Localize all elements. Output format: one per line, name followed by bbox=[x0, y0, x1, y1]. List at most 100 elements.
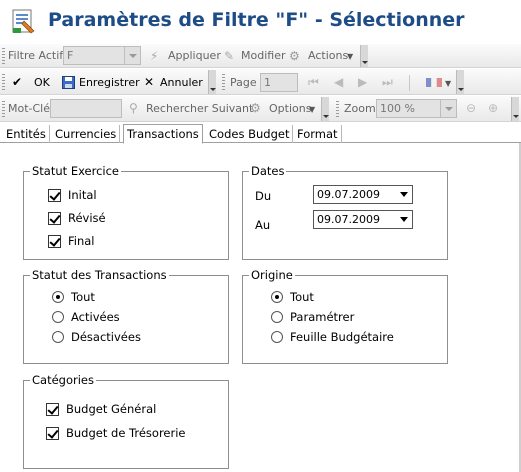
toolbar-grip[interactable] bbox=[2, 101, 5, 117]
chevron-down-icon[interactable]: ▼ bbox=[445, 79, 451, 88]
checkbox-inital[interactable]: Inital bbox=[48, 188, 97, 202]
ok-button[interactable]: OK bbox=[34, 76, 50, 89]
checkbox-box[interactable] bbox=[48, 188, 61, 202]
options-menu-button[interactable]: Options bbox=[269, 102, 311, 115]
page-title: Paramètres de Filtre "F" - Sélectionner bbox=[48, 9, 465, 31]
toolbar-grip[interactable] bbox=[222, 74, 225, 90]
cancel-button[interactable]: Annuler bbox=[160, 76, 203, 89]
last-page-icon[interactable]: ⏭ bbox=[382, 75, 393, 90]
filter-settings-icon bbox=[12, 9, 35, 34]
date-from-picker[interactable]: 09.07.2009 bbox=[313, 185, 413, 204]
toolbar-overflow-button[interactable] bbox=[511, 97, 519, 121]
checkbox-revise[interactable]: Révisé bbox=[48, 211, 106, 225]
checkbox-label: Inital bbox=[68, 188, 97, 202]
toolbar-grip[interactable] bbox=[2, 74, 5, 90]
statut-exercice-group: Statut Exercice Inital Révisé Final bbox=[23, 164, 229, 260]
categories-group: Catégories Budget Général Budget de Trés… bbox=[23, 373, 229, 469]
title-bar: Paramètres de Filtre "F" - Sélectionner bbox=[0, 0, 521, 44]
modify-button[interactable]: Modifier bbox=[241, 49, 285, 62]
checkbox-box[interactable] bbox=[46, 402, 59, 416]
radio-feuille-budgetaire[interactable]: Feuille Budgétaire bbox=[271, 330, 394, 344]
radio-tout[interactable]: Tout bbox=[52, 290, 95, 304]
radio-label: Désactivées bbox=[71, 330, 141, 344]
next-page-icon[interactable]: ▶ bbox=[358, 75, 367, 89]
page-input[interactable]: 1 bbox=[260, 73, 298, 92]
checkbox-budget-tresorerie[interactable]: Budget de Trésorerie bbox=[46, 426, 186, 440]
zoom-dropdown-button[interactable] bbox=[440, 99, 457, 118]
keyword-label: Mot-Clé bbox=[8, 102, 51, 115]
radio-button[interactable] bbox=[52, 311, 64, 323]
date-from-label: Du bbox=[255, 189, 272, 203]
checkbox-budget-general[interactable]: Budget Général bbox=[46, 402, 156, 416]
checkbox-box[interactable] bbox=[48, 211, 61, 225]
radio-button[interactable] bbox=[52, 331, 64, 343]
radio-origine-tout[interactable]: Tout bbox=[271, 290, 314, 304]
toolbar-grip[interactable] bbox=[336, 101, 339, 117]
checkbox-label: Budget de Trésorerie bbox=[66, 426, 186, 440]
first-page-icon[interactable]: ⏮ bbox=[308, 75, 319, 90]
chevron-down-icon: ▼ bbox=[309, 105, 316, 114]
radio-button[interactable] bbox=[271, 331, 283, 343]
checkbox-box[interactable] bbox=[46, 426, 59, 440]
toolbar-overflow-button[interactable] bbox=[456, 70, 464, 94]
toolbar-overflow-button[interactable] bbox=[208, 70, 216, 94]
radio-button[interactable] bbox=[271, 291, 283, 303]
chevron-down-icon[interactable] bbox=[400, 217, 408, 222]
zoom-combo[interactable]: 100 % bbox=[376, 99, 441, 118]
tab-currencies[interactable]: Currencies bbox=[52, 125, 121, 143]
toolbar-separator bbox=[409, 75, 410, 91]
tab-codes-budget[interactable]: Codes Budget bbox=[206, 125, 294, 143]
action-toolbar: ✔ OK Enregistrer ✕ Annuler Page 1 ⏮ ◀ ▶ … bbox=[0, 69, 521, 95]
gear-icon: ⚙ bbox=[250, 101, 261, 115]
language-flag-icon[interactable] bbox=[426, 78, 442, 87]
zoom-label: Zoom bbox=[344, 102, 376, 115]
search-next-button[interactable]: Rechercher Suivant bbox=[146, 102, 253, 115]
chevron-down-icon: ▼ bbox=[347, 52, 354, 61]
active-filter-label: Filtre Actif bbox=[8, 49, 64, 62]
group-title: Origine bbox=[249, 268, 295, 282]
radio-label: Tout bbox=[71, 290, 95, 304]
dates-group: Dates Du 09.07.2009 Au 09.07.2009 bbox=[242, 164, 448, 260]
toolbar-grip[interactable] bbox=[2, 48, 5, 64]
zoom-in-icon[interactable]: ⊕ bbox=[488, 101, 498, 115]
apply-button[interactable]: Appliquer bbox=[168, 49, 221, 62]
zoom-out-icon[interactable]: ⊖ bbox=[466, 101, 476, 115]
radio-button[interactable] bbox=[52, 291, 64, 303]
checkbox-label: Révisé bbox=[68, 211, 106, 225]
date-to-picker[interactable]: 09.07.2009 bbox=[313, 210, 413, 229]
previous-page-icon[interactable]: ◀ bbox=[334, 75, 343, 89]
date-to-value: 09.07.2009 bbox=[317, 213, 380, 226]
keyword-input[interactable] bbox=[50, 99, 122, 118]
radio-parametrer[interactable]: Paramétrer bbox=[271, 310, 354, 324]
date-from-value: 09.07.2009 bbox=[317, 188, 380, 201]
checkbox-final[interactable]: Final bbox=[48, 234, 95, 248]
radio-label: Paramétrer bbox=[290, 310, 355, 324]
save-button[interactable]: Enregistrer bbox=[79, 76, 140, 89]
tab-format[interactable]: Format bbox=[294, 125, 342, 143]
actions-menu-button[interactable]: Actions bbox=[308, 49, 348, 62]
radio-label: Activées bbox=[71, 310, 120, 324]
radio-label: Tout bbox=[290, 290, 314, 304]
checkbox-label: Final bbox=[68, 234, 95, 248]
group-title: Statut Exercice bbox=[30, 164, 122, 178]
close-icon: ✕ bbox=[144, 75, 155, 89]
toolbar-overflow-button[interactable] bbox=[360, 45, 368, 67]
tab-entites[interactable]: Entités bbox=[3, 125, 50, 143]
page-label: Page bbox=[230, 76, 257, 89]
radio-desactivees[interactable]: Désactivées bbox=[52, 330, 141, 344]
checkbox-box[interactable] bbox=[48, 234, 61, 248]
active-filter-combo[interactable]: F bbox=[63, 46, 125, 65]
toolbar-overflow-button[interactable] bbox=[321, 97, 329, 121]
search-toolbar: Mot-Clé ⚲ Rechercher Suivant ⚙ Options ▼… bbox=[0, 96, 521, 122]
group-title: Catégories bbox=[30, 373, 96, 387]
filter-toolbar: Filtre Actif F ⚡ Appliquer ✎ Modifier ⚙ … bbox=[0, 44, 521, 68]
radio-button[interactable] bbox=[271, 311, 283, 323]
tab-transactions[interactable]: Transactions bbox=[123, 124, 203, 144]
active-filter-dropdown-button[interactable] bbox=[124, 46, 141, 65]
check-icon: ✔ bbox=[12, 75, 23, 89]
radio-activees[interactable]: Activées bbox=[52, 310, 120, 324]
date-to-label: Au bbox=[255, 218, 271, 232]
chevron-down-icon[interactable] bbox=[400, 192, 408, 197]
apply-icon: ⚡ bbox=[150, 49, 159, 63]
origine-group: Origine Tout Paramétrer Feuille Budgétai… bbox=[242, 268, 448, 364]
